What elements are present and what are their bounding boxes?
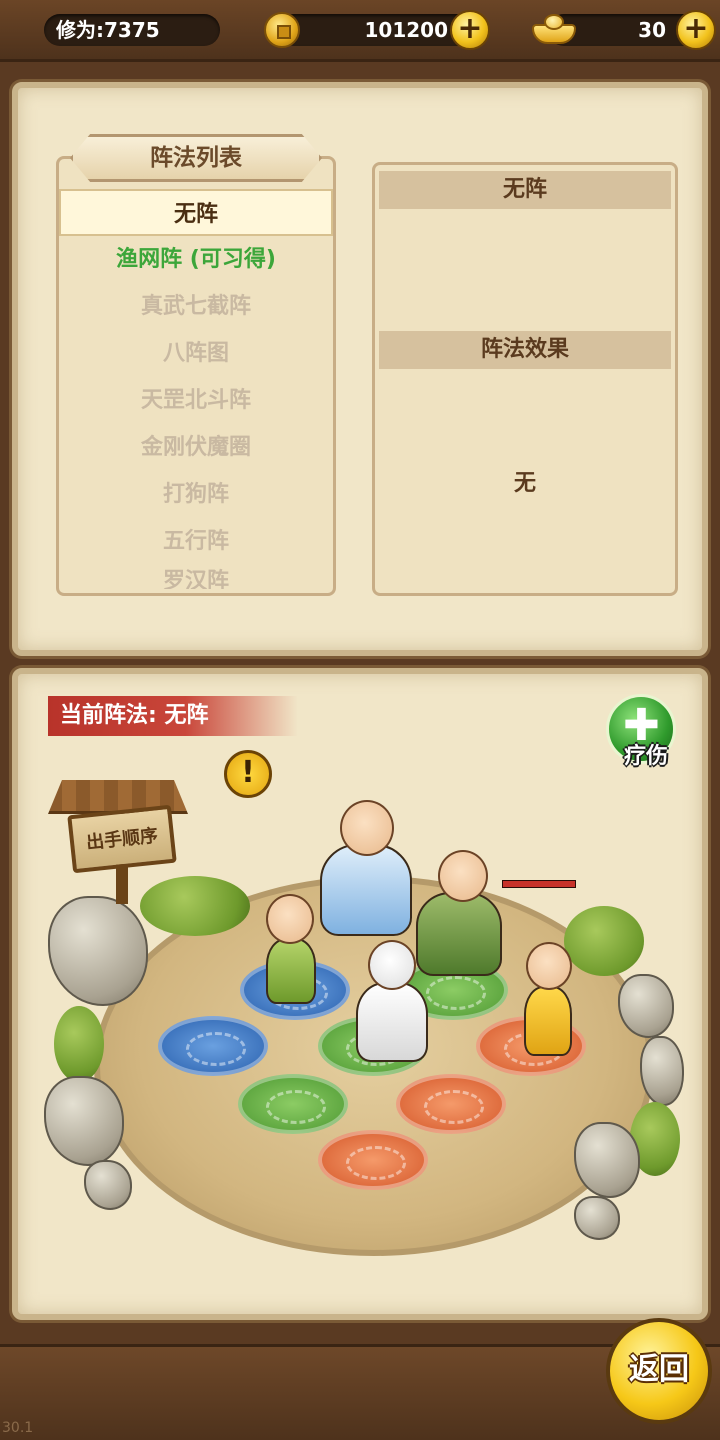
rock: [84, 1160, 132, 1210]
formation-panel: 无阵 渔网阵 (可习得) 真武七截阵 八阵图 天罡北斗阵 金刚伏魔圈 打狗阵 五…: [12, 82, 708, 656]
hero-girl[interactable]: [252, 884, 332, 1014]
top-bar: 修为:7375 101200 + 30 +: [0, 0, 720, 62]
formation-effect-heading: 阵法效果: [379, 331, 671, 369]
sign-post: [116, 864, 128, 904]
formation-item[interactable]: 金刚伏魔圈: [59, 424, 333, 471]
battle-panel: 当前阵法: 无阵 ✚ 疗伤 ! 出手顺序: [12, 668, 708, 1320]
bush: [54, 1006, 104, 1082]
formation-item[interactable]: 五行阵: [59, 518, 333, 565]
hero-monk[interactable]: [514, 936, 584, 1066]
formation-item[interactable]: 八阵图: [59, 330, 333, 377]
formation-list-items: 无阵 渔网阵 (可习得) 真武七截阵 八阵图 天罡北斗阵 金刚伏魔圈 打狗阵 五…: [59, 189, 333, 589]
formation-detail: 无阵 阵法效果 无: [372, 162, 678, 596]
rock: [574, 1196, 620, 1240]
formation-item[interactable]: 天罡北斗阵: [59, 377, 333, 424]
back-button[interactable]: 返回: [606, 1318, 712, 1424]
formation-item[interactable]: 打狗阵: [59, 471, 333, 518]
warning-icon[interactable]: !: [224, 750, 272, 798]
formation-name: 无阵: [379, 171, 671, 209]
heal-button[interactable]: ✚ 疗伤: [606, 694, 678, 769]
current-formation-banner: 当前阵法: 无阵: [48, 696, 298, 736]
formation-slot[interactable]: [238, 1074, 348, 1134]
formation-slot[interactable]: [318, 1130, 428, 1190]
formation-effect-value: 无: [513, 471, 536, 496]
formation-item[interactable]: 罗汉阵: [59, 565, 333, 589]
turn-order-label: 出手顺序: [67, 804, 177, 874]
formation-list[interactable]: 无阵 渔网阵 (可习得) 真武七截阵 八阵图 天罡北斗阵 金刚伏魔圈 打狗阵 五…: [56, 156, 336, 596]
formation-slot[interactable]: [396, 1074, 506, 1134]
formation-item[interactable]: 渔网阵 (可习得): [59, 236, 333, 283]
formation-list-title: 阵法列表: [70, 134, 322, 182]
gold-ingot-icon: [532, 10, 576, 46]
add-copper-button[interactable]: +: [450, 10, 490, 50]
version-label: 30.1: [2, 1420, 34, 1436]
cultivation-counter: 修为:7375: [44, 14, 220, 46]
formation-slot[interactable]: [158, 1016, 268, 1076]
formation-item[interactable]: 真武七截阵: [59, 283, 333, 330]
copper-coin-icon: [264, 12, 300, 48]
rock: [44, 1076, 124, 1166]
hero-elder[interactable]: [348, 932, 438, 1072]
add-gold-ingot-button[interactable]: +: [676, 10, 716, 50]
battle-arena: [44, 800, 684, 1286]
heal-label: 疗伤: [623, 744, 668, 769]
formation-item[interactable]: 无阵: [59, 189, 333, 236]
rock: [48, 896, 148, 1006]
rock: [640, 1036, 684, 1106]
turn-order-sign[interactable]: 出手顺序: [48, 780, 188, 904]
